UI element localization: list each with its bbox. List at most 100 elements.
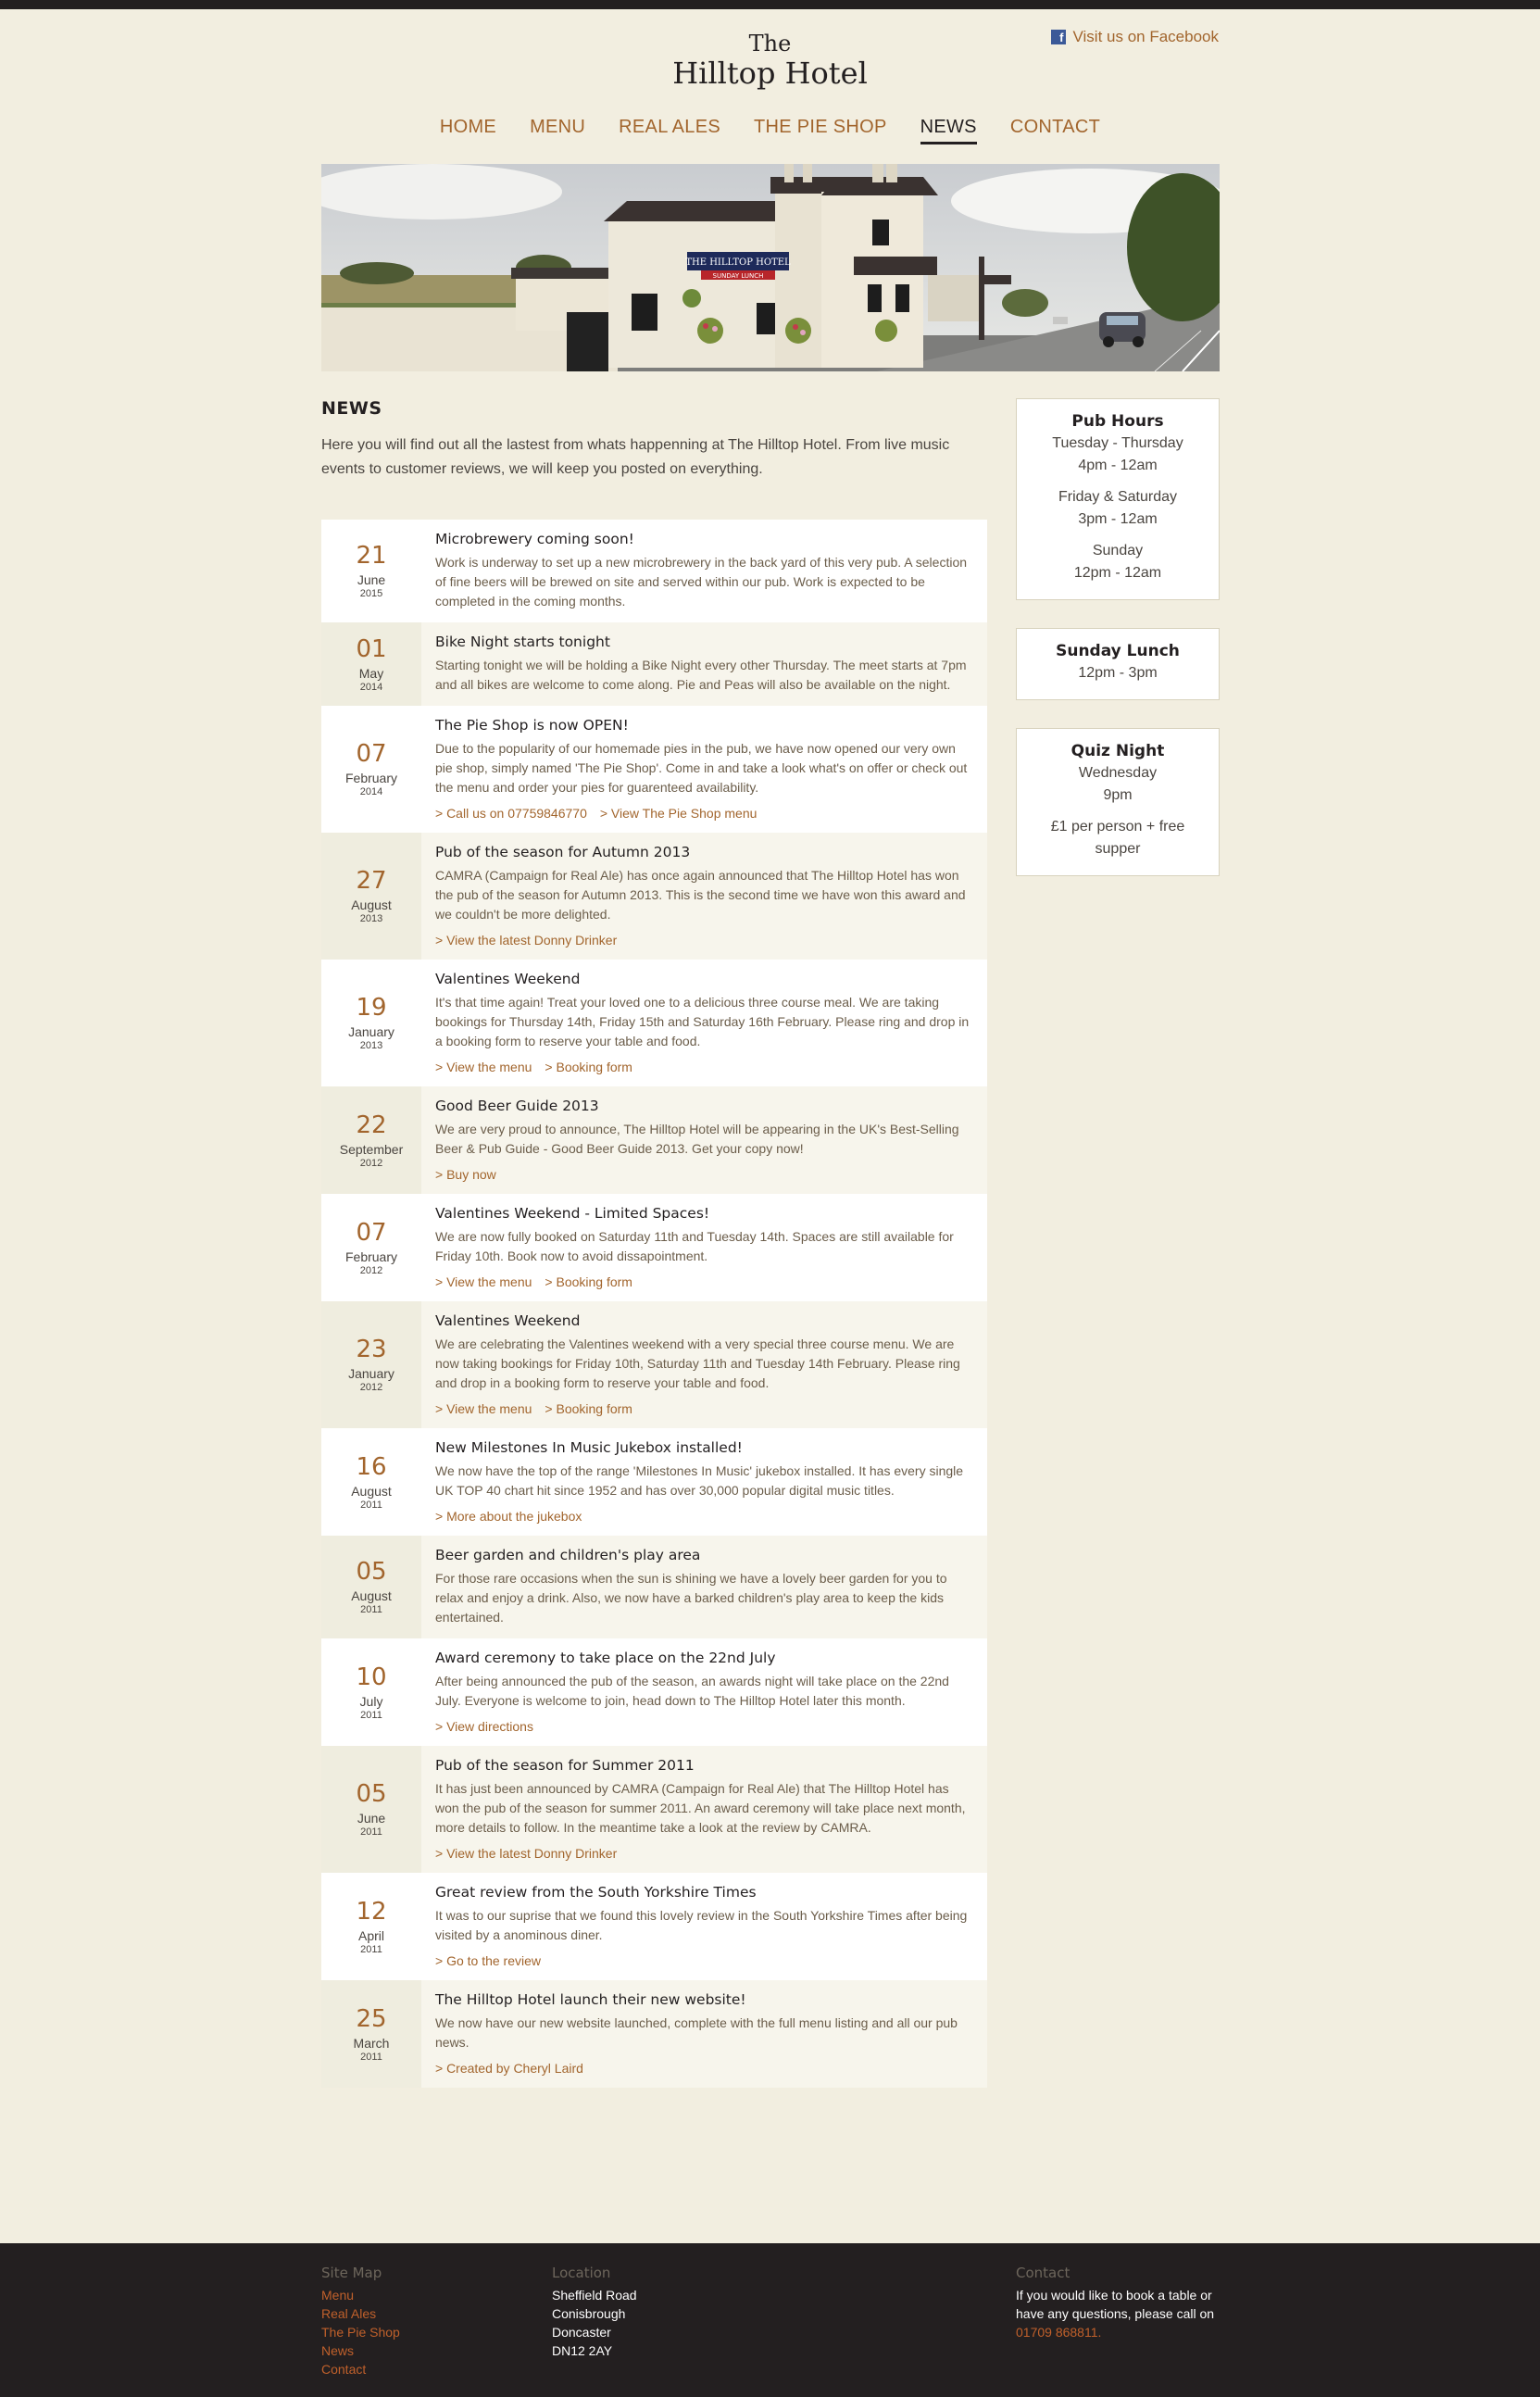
sunday-lunch-title: Sunday Lunch bbox=[1056, 642, 1180, 660]
news-text: Good Beer Guide 2013 We are very proud to… bbox=[421, 1086, 987, 1194]
footer-phone-link[interactable]: 01709 868811. bbox=[1016, 2323, 1214, 2341]
news-text: Award ceremony to take place on the 22nd… bbox=[421, 1638, 987, 1746]
news-links: > More about the jukebox bbox=[435, 1508, 972, 1525]
news-title: Great review from the South Yorkshire Ti… bbox=[435, 1884, 757, 1901]
news-title: Award ceremony to take place on the 22nd… bbox=[435, 1650, 776, 1666]
news-date-month: April bbox=[357, 1927, 384, 1943]
news-link[interactable]: > View the menu bbox=[435, 1401, 532, 1416]
pub-hours-days: Sunday bbox=[1092, 543, 1144, 558]
news-date-year: 2014 bbox=[359, 681, 383, 693]
news-date-month: January bbox=[348, 1024, 394, 1039]
news-body: We now have the top of the range 'Milest… bbox=[435, 1463, 964, 1498]
news-date-day: 21 bbox=[356, 542, 387, 570]
main-nav: HOME MENU REAL ALES THE PIE SHOP NEWS CO… bbox=[0, 117, 1540, 144]
footer-link-contact[interactable]: Contact bbox=[321, 2360, 400, 2378]
pub-hours-days: Friday & Saturday bbox=[1058, 489, 1178, 505]
news-title: Microbrewery coming soon! bbox=[435, 531, 634, 547]
news-date-year: 2013 bbox=[359, 913, 383, 924]
news-body: We now have our new website launched, co… bbox=[435, 2015, 958, 2050]
news-links: > View the menu > Booking form bbox=[435, 1059, 972, 1075]
site-logo[interactable]: The Hilltop Hotel bbox=[0, 31, 1540, 90]
news-date-month: September bbox=[339, 1141, 404, 1157]
banner-sign-sub: SUNDAY LUNCH bbox=[713, 272, 764, 280]
news-date-year: 2011 bbox=[360, 1826, 382, 1838]
news-link[interactable]: > Booking form bbox=[545, 1401, 632, 1416]
news-title: The Hilltop Hotel launch their new websi… bbox=[435, 1991, 746, 2008]
news-text: Pub of the season for Autumn 2013 CAMRA (… bbox=[421, 833, 987, 960]
nav-menu[interactable]: MENU bbox=[530, 117, 585, 144]
footer-link-real-ales[interactable]: Real Ales bbox=[321, 2304, 400, 2323]
quiz-night-price-extra: supper bbox=[1095, 841, 1141, 857]
top-bar bbox=[0, 0, 1540, 9]
news-title: Pub of the season for Summer 2011 bbox=[435, 1757, 695, 1774]
nav-news[interactable]: NEWS bbox=[920, 117, 977, 144]
news-link[interactable]: > View the latest Donny Drinker bbox=[435, 1846, 617, 1861]
news-link[interactable]: > View directions bbox=[435, 1719, 533, 1734]
news-link[interactable]: > View the latest Donny Drinker bbox=[435, 933, 617, 948]
news-date: 16 August 2011 bbox=[321, 1428, 421, 1536]
news-link[interactable]: > Booking form bbox=[545, 1060, 632, 1074]
footer-contact: Contact If you would like to book a tabl… bbox=[1016, 2264, 1214, 2341]
news-text: The Hilltop Hotel launch their new websi… bbox=[421, 1980, 987, 2088]
news-links: > Created by Cheryl Laird bbox=[435, 2060, 972, 2077]
news-title: Pub of the season for Autumn 2013 bbox=[435, 844, 691, 860]
footer-contact-text: have any questions, please call on bbox=[1016, 2306, 1215, 2321]
news-links: > Go to the review bbox=[435, 1952, 972, 1969]
nav-contact[interactable]: CONTACT bbox=[1010, 117, 1100, 144]
news-date-day: 19 bbox=[356, 994, 387, 1022]
news-item: 07 February 2014 The Pie Shop is now OPEN! D… bbox=[321, 706, 987, 833]
news-date-year: 2014 bbox=[359, 786, 383, 797]
news-date-year: 2012 bbox=[359, 1382, 383, 1393]
news-title: Valentines Weekend - Limited Spaces! bbox=[435, 1205, 710, 1222]
news-date-year: 2011 bbox=[360, 1499, 382, 1511]
news-date: 21 June 2015 bbox=[321, 520, 421, 622]
news-link[interactable]: > View the menu bbox=[435, 1060, 532, 1074]
news-link[interactable]: > Buy now bbox=[435, 1167, 496, 1182]
news-body: We are very proud to announce, The Hillt… bbox=[435, 1122, 959, 1156]
nav-real-ales[interactable]: REAL ALES bbox=[619, 117, 720, 144]
footer-address-line: Conisbrough bbox=[552, 2306, 626, 2321]
news-list: 21 June 2015 Microbrewery coming soon! Work … bbox=[321, 520, 987, 2088]
news-links: > View the latest Donny Drinker bbox=[435, 1845, 972, 1862]
news-link[interactable]: > Created by Cheryl Laird bbox=[435, 2061, 583, 2076]
footer-location-title: Location bbox=[552, 2265, 611, 2281]
news-date-month: February bbox=[344, 771, 398, 785]
news-date-year: 2015 bbox=[359, 588, 383, 599]
quiz-night-price: £1 per person + free bbox=[1050, 819, 1185, 835]
news-date-day: 05 bbox=[356, 1558, 387, 1586]
footer-link-news[interactable]: News bbox=[321, 2341, 400, 2360]
quiz-night-time: 9pm bbox=[1103, 787, 1133, 803]
nav-home[interactable]: HOME bbox=[440, 117, 496, 144]
news-date-year: 2011 bbox=[360, 1709, 382, 1721]
page-title: NEWS bbox=[321, 398, 382, 419]
news-link[interactable]: > View The Pie Shop menu bbox=[600, 806, 757, 821]
news-date: 07 February 2014 bbox=[321, 706, 421, 833]
news-body: Starting tonight we will be holding a Bi… bbox=[435, 658, 967, 692]
news-body: Due to the popularity of our homemade pi… bbox=[435, 741, 968, 795]
news-link[interactable]: > More about the jukebox bbox=[435, 1509, 582, 1524]
news-item: 12 April 2011 Great review from the South Y… bbox=[321, 1873, 987, 1980]
news-body: It was to our suprise that we found this… bbox=[435, 1908, 968, 1942]
news-date: 10 July 2011 bbox=[321, 1638, 421, 1746]
site-footer: Site Map Menu Real Ales The Pie Shop New… bbox=[0, 2243, 1540, 2397]
news-date-day: 27 bbox=[356, 867, 387, 895]
nav-pie-shop[interactable]: THE PIE SHOP bbox=[754, 117, 887, 144]
pub-hours-times: 4pm - 12am bbox=[1078, 458, 1158, 473]
news-date-day: 23 bbox=[356, 1336, 387, 1363]
news-item: 07 February 2012 Valentines Weekend - Limit… bbox=[321, 1194, 987, 1301]
news-date: 07 February 2012 bbox=[321, 1194, 421, 1301]
footer-link-menu[interactable]: Menu bbox=[321, 2286, 400, 2304]
news-date-month: May bbox=[358, 665, 384, 681]
footer-link-pie-shop[interactable]: The Pie Shop bbox=[321, 2323, 400, 2341]
news-date-year: 2011 bbox=[360, 1604, 382, 1615]
news-link[interactable]: > Booking form bbox=[545, 1274, 632, 1289]
quiz-night-box: Quiz Night Wednesday 9pm £1 per person +… bbox=[1016, 728, 1220, 876]
news-date-month: July bbox=[359, 1693, 383, 1709]
news-date-month: August bbox=[351, 1483, 392, 1499]
news-link[interactable]: > View the menu bbox=[435, 1274, 532, 1289]
news-title: Bike Night starts tonight bbox=[435, 634, 610, 650]
news-link[interactable]: > Go to the review bbox=[435, 1953, 541, 1968]
news-link[interactable]: > Call us on 07759846770 bbox=[435, 806, 587, 821]
news-date-month: March bbox=[353, 2035, 390, 2051]
news-date-day: 16 bbox=[356, 1452, 387, 1481]
